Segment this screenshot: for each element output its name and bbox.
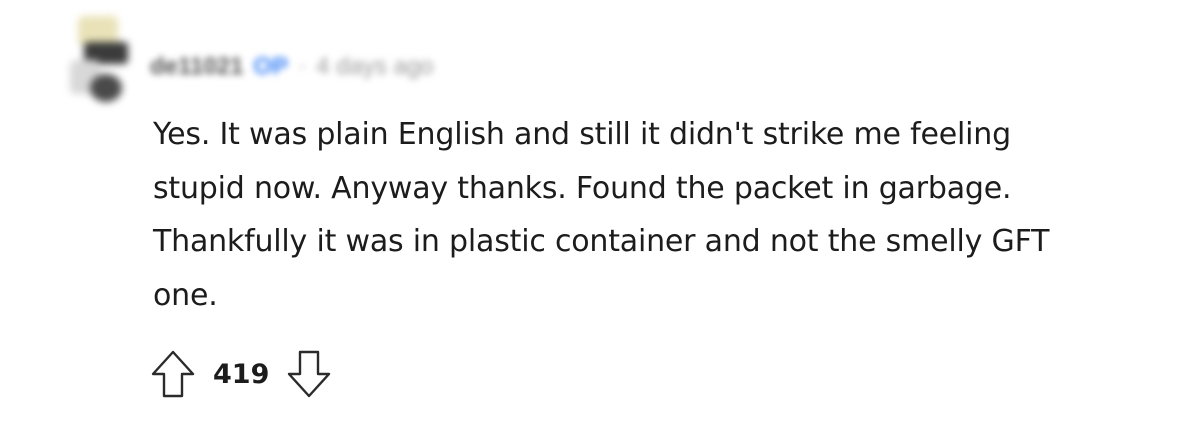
meta-separator: · — [298, 53, 307, 80]
comment-body-line: Thankfully it was in plastic container a… — [153, 224, 1050, 259]
vote-bar: 419 — [149, 348, 333, 400]
username[interactable]: de11021 — [150, 53, 243, 81]
comment-timestamp[interactable]: 4 days ago — [316, 53, 433, 81]
arrow-down-outline-icon — [288, 350, 331, 398]
comment-body-line: Yes. It was plain English and still it d… — [153, 117, 1011, 152]
avatar[interactable] — [68, 12, 132, 104]
arrow-up-outline-icon — [151, 350, 195, 398]
comment-body: Yes. It was plain English and still it d… — [153, 108, 1163, 322]
comment-meta: de11021 OP · 4 days ago — [150, 50, 434, 84]
downvote-button[interactable] — [285, 348, 333, 400]
op-badge: OP — [253, 53, 289, 80]
upvote-button[interactable] — [149, 348, 197, 400]
avatar-shape — [90, 74, 122, 102]
comment-body-line: stupid now. Anyway thanks. Found the pac… — [153, 170, 1012, 206]
comment-body-line: one. — [153, 277, 218, 313]
comment: de11021 OP · 4 days ago Yes. It was plai… — [0, 0, 1194, 428]
vote-score: 419 — [213, 358, 270, 390]
